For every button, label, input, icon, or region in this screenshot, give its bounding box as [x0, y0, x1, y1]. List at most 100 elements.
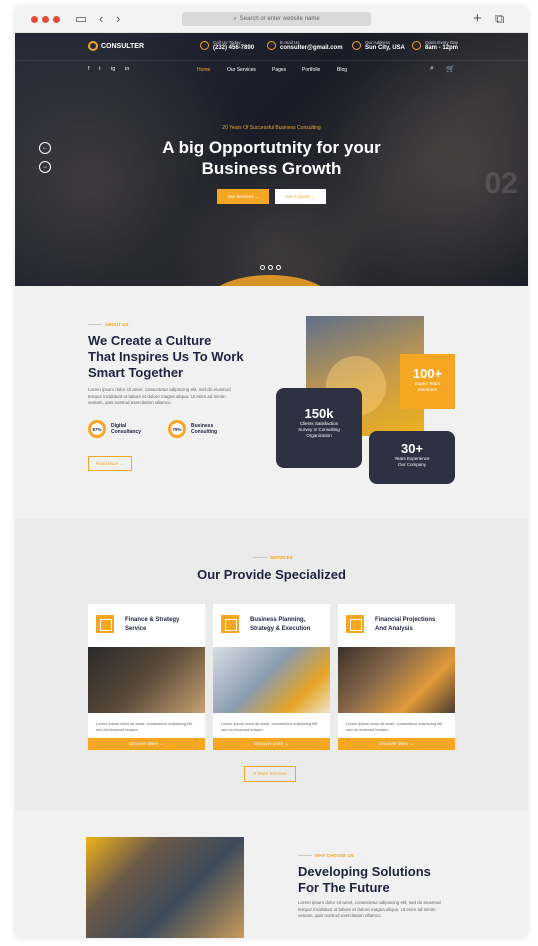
pager-dot[interactable] — [268, 265, 273, 270]
logo-icon — [88, 41, 98, 51]
service-card[interactable]: Financial Projections And Analysis Lorem … — [338, 604, 455, 750]
card-text: Lorem ipsum dolor sit amet, consectetur … — [346, 721, 443, 732]
cart-icon[interactable]: 🛒 — [446, 65, 455, 73]
pager-dot[interactable] — [260, 265, 265, 270]
maximize-window-button[interactable] — [53, 16, 60, 23]
close-window-button[interactable] — [31, 16, 38, 23]
about-label-text: ABOUT US — [105, 322, 129, 327]
address-value: Sun City, USA — [365, 45, 405, 51]
card-text: Lorem ipsum dolor sit amet, consectetur … — [96, 721, 193, 732]
get-quote-label: Get A Quote — [285, 194, 310, 199]
box2-label-3: Organization — [306, 433, 332, 438]
address-info[interactable]: Our Address Sun City, USA — [352, 40, 405, 51]
about-title: We Create a Culture That Inspires Us To … — [88, 333, 244, 381]
stat1-label-2: Consultancy — [111, 429, 142, 435]
top-bar: CONSULTER Call Us Today (232) 456-7890 E-… — [15, 33, 528, 60]
card-title-line2: And Analysis — [375, 626, 413, 632]
hours-info: Open Every Day 8am - 12pm — [412, 40, 458, 51]
minimize-window-button[interactable] — [42, 16, 49, 23]
why-text: Lorem ipsum dolor sit amet, consectetur … — [298, 900, 441, 918]
logo[interactable]: CONSULTER — [88, 41, 144, 51]
box2-value: 150k — [304, 406, 334, 421]
stat2-ring: 79% — [168, 420, 186, 438]
box3-value: 30+ — [400, 441, 424, 456]
read-more-button[interactable]: Read More → — [88, 456, 133, 471]
services-section: SERVICES Our Provide Specialized Finance… — [15, 519, 528, 811]
more-services-button[interactable]: ⟳ More Services — [244, 766, 296, 782]
nav-portfolio[interactable]: Portfolio — [302, 67, 320, 73]
mail-value: consulter@gmail.com — [280, 45, 343, 51]
our-services-button[interactable]: Our Services → — [217, 189, 270, 204]
card-title-line1: Financial Projections — [375, 617, 436, 623]
discover-more-button[interactable]: Discover More → — [88, 738, 205, 750]
discover-more-label: Discover More — [129, 741, 159, 746]
address-bar[interactable]: ⌕ Search or enter website name — [182, 12, 371, 26]
service-card[interactable]: Business Planning, Strategy & Execution L… — [213, 604, 330, 750]
search-icon[interactable]: ⌕ — [430, 65, 434, 73]
box1-label-2: Members — [418, 387, 437, 392]
planning-icon — [221, 615, 239, 633]
stat2-label-2: Consulting — [191, 429, 218, 435]
nav-blog[interactable]: Blog — [337, 67, 347, 73]
hero-decoration — [205, 275, 335, 286]
get-quote-button[interactable]: Get A Quote → — [275, 189, 326, 204]
discover-more-button[interactable]: Discover More → — [338, 738, 455, 750]
forward-icon[interactable]: › — [116, 12, 120, 26]
main-nav: f t ig in Home Our Services Pages Portfo… — [15, 60, 528, 78]
about-label: ABOUT US — [88, 322, 129, 327]
card-title-line2: Service — [125, 626, 147, 632]
twitter-icon[interactable]: t — [99, 66, 101, 72]
why-title-line1: Developing Solutions — [298, 864, 431, 879]
services-label: SERVICES — [253, 555, 293, 560]
mail-icon — [267, 41, 276, 50]
hero-section: CONSULTER Call Us Today (232) 456-7890 E-… — [15, 33, 528, 286]
chart-icon — [96, 615, 114, 633]
discover-more-button[interactable]: Discover More → — [213, 738, 330, 750]
our-services-label: Our Services — [227, 194, 254, 199]
pager-dot[interactable] — [276, 265, 281, 270]
card-title: Business Planning, Strategy & Execution — [250, 616, 310, 634]
card-image — [213, 647, 330, 713]
hero-kicker: 20 Years Of Successful Business Consulti… — [222, 125, 321, 131]
instagram-icon[interactable]: ig — [111, 66, 115, 72]
phone-info[interactable]: Call Us Today (232) 456-7890 — [200, 40, 254, 51]
nav-services[interactable]: Our Services — [227, 67, 256, 73]
discover-more-label: Discover More — [254, 741, 284, 746]
read-more-label: Read More — [96, 461, 119, 466]
team-members-box: 100+ Expert Team Members — [400, 354, 455, 409]
satisfaction-box: 150k Clients Satisfaction Survey In Cons… — [276, 388, 362, 468]
location-icon — [352, 41, 361, 50]
why-label-text: WHY CHOOSE US — [315, 853, 354, 858]
why-title: Developing Solutions For The Future — [298, 864, 431, 896]
discover-more-label: Discover More — [379, 741, 409, 746]
about-title-line2: That Inspires Us To Work — [88, 349, 244, 364]
new-tab-icon[interactable]: + — [473, 11, 482, 26]
services-label-text: SERVICES — [270, 555, 293, 560]
experience-box: 30+ Years Experience Our Company — [369, 431, 455, 484]
card-title-line1: Finance & Strategy — [125, 617, 180, 623]
why-choose-section: WHY CHOOSE US Developing Solutions For T… — [15, 811, 528, 938]
services-title: Our Provide Specialized — [197, 567, 346, 582]
tabs-overview-icon[interactable]: ⧉ — [495, 12, 504, 26]
facebook-icon[interactable]: f — [88, 66, 90, 72]
service-card[interactable]: Finance & Strategy Service Lorem ipsum do… — [88, 604, 205, 750]
why-label: WHY CHOOSE US — [298, 853, 354, 858]
about-text: Lorem ipsum dolor sit amet, consectetur … — [88, 387, 231, 405]
more-services-label: More Services — [258, 771, 287, 776]
nav-pages[interactable]: Pages — [272, 67, 286, 73]
about-title-line3: Smart Together — [88, 365, 184, 380]
stat1-ring: 87% — [88, 420, 106, 438]
about-title-line1: We Create a Culture — [88, 333, 212, 348]
hero-content: 20 Years Of Successful Business Consulti… — [15, 125, 528, 204]
why-title-line2: For The Future — [298, 880, 390, 895]
nav-home[interactable]: Home — [197, 67, 210, 73]
sidebar-icon[interactable]: ▭ — [75, 12, 87, 26]
logo-text: CONSULTER — [101, 42, 145, 50]
email-info[interactable]: E-mail Us consulter@gmail.com — [267, 40, 343, 51]
linkedin-icon[interactable]: in — [125, 66, 129, 72]
call-value: (232) 456-7890 — [213, 45, 255, 51]
clock-icon — [412, 41, 421, 50]
back-icon[interactable]: ‹ — [99, 12, 103, 26]
card-text: Lorem ipsum dolor sit amet, consectetur … — [221, 721, 318, 732]
about-section: ABOUT US We Create a Culture That Inspir… — [15, 286, 528, 519]
